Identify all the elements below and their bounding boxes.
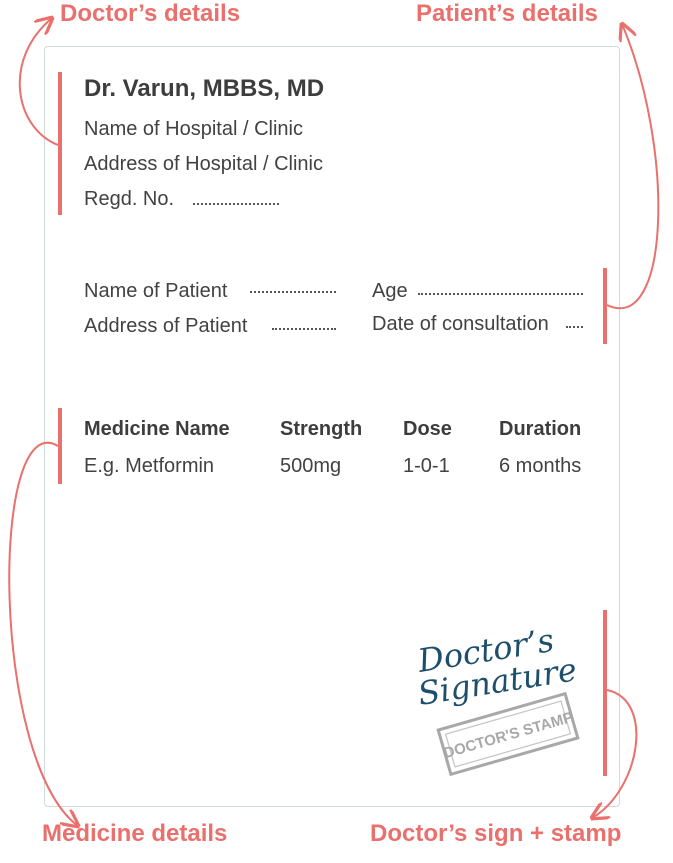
patient-details-arrow <box>606 24 660 309</box>
medicine-details-arrow <box>8 441 78 826</box>
doctor-details-arrow <box>18 18 59 146</box>
sign-stamp-arrow <box>592 689 638 818</box>
annotation-overlay: DOCTOR'S STAMP Doctor’s Signature <box>8 0 660 863</box>
